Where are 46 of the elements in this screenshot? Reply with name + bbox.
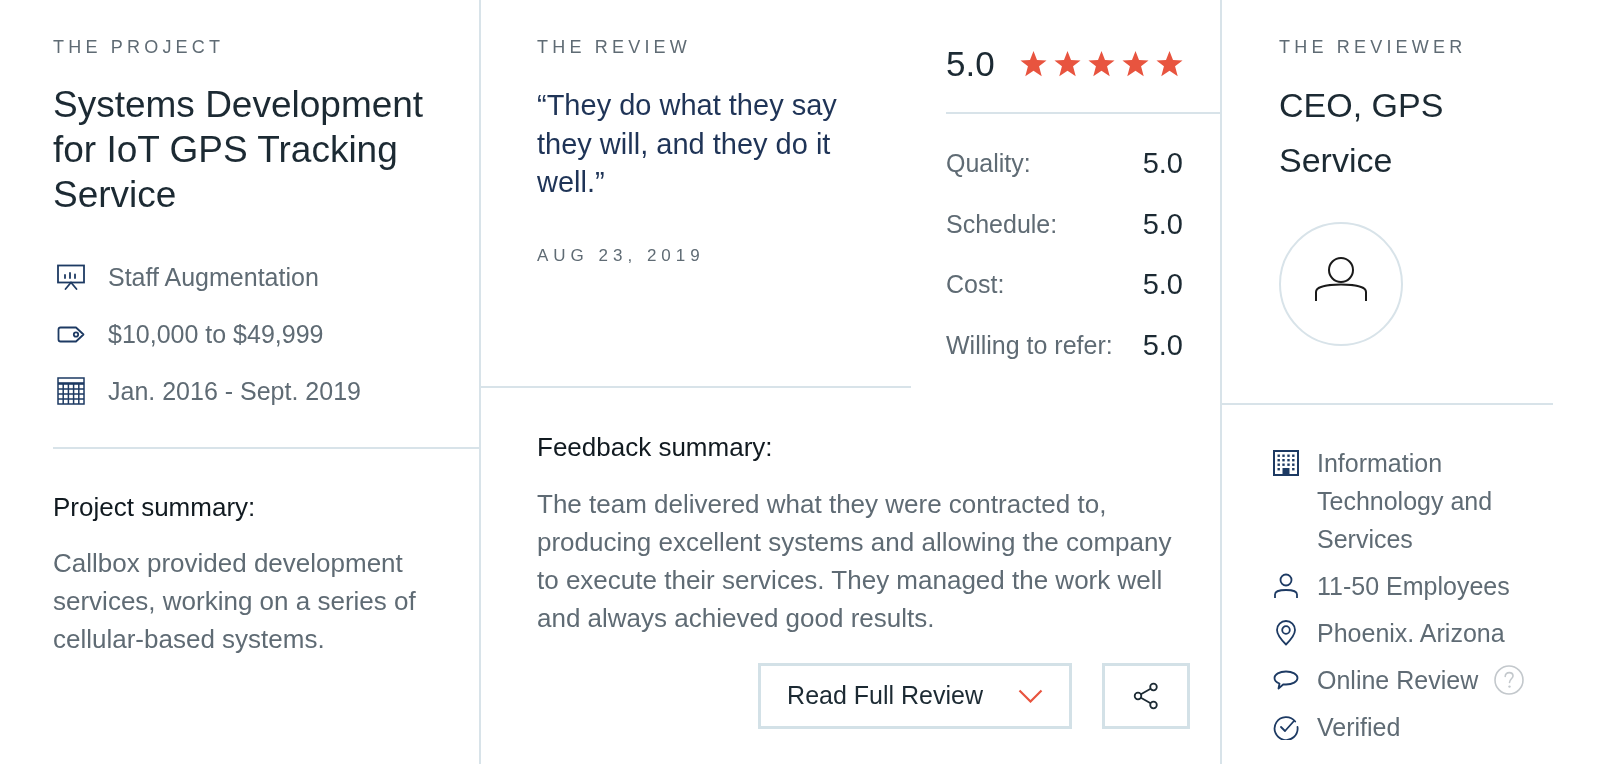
project-detail: $10,000 to $49,999 bbox=[108, 319, 324, 350]
star-icon bbox=[1154, 50, 1184, 78]
reviewer-detail: Phoenix. Arizona bbox=[1317, 618, 1505, 649]
rating-label: Schedule: bbox=[946, 208, 1058, 239]
project-detail: Staff Augmentation bbox=[108, 262, 319, 293]
read-review-button[interactable]: Read Full Review bbox=[758, 662, 1072, 729]
share-icon bbox=[1132, 681, 1160, 710]
building-icon bbox=[1273, 450, 1299, 476]
review-date: AUG 23, 2019 bbox=[537, 244, 705, 267]
rating-value: 5.0 bbox=[1142, 267, 1183, 301]
rating-value: 5.0 bbox=[1142, 327, 1183, 362]
rating-label: Quality: bbox=[946, 148, 1031, 178]
overall-score: 5.0 bbox=[946, 44, 995, 84]
check-circle-icon bbox=[1273, 714, 1299, 740]
reviewer-detail: 11-50 Employees bbox=[1317, 571, 1510, 602]
speech-bubble-icon bbox=[1273, 670, 1299, 690]
share-button[interactable] bbox=[1102, 662, 1190, 729]
section-label: THE REVIEWER bbox=[1279, 36, 1467, 58]
person-icon bbox=[1273, 573, 1299, 599]
star-icon bbox=[1052, 50, 1082, 78]
feedback-text: The team delivered what they were contracted to, producing excellent systems and allowing the company to execute their services. They managed the work well and always achieved good results. bbox=[537, 487, 1173, 635]
feedback-heading: Feedback summary: bbox=[537, 432, 773, 461]
project-title: Systems Development for IoT GPS Tracking Service bbox=[53, 83, 425, 217]
section-label: THE PROJECT bbox=[53, 36, 225, 58]
rating-label: Willing to refer: bbox=[946, 329, 1113, 360]
rating-value: 5.0 bbox=[1142, 146, 1183, 180]
map-pin-icon bbox=[1275, 620, 1297, 646]
presentation-board-icon bbox=[57, 263, 85, 291]
reviewer-name: CEO, GPS Service bbox=[1279, 85, 1445, 181]
rating-value: 5.0 bbox=[1142, 206, 1183, 241]
chevron-down-icon bbox=[1018, 688, 1043, 703]
review-quote: “They do what they say they will, and they do it well.” bbox=[537, 88, 838, 200]
tag-icon bbox=[57, 325, 85, 343]
project-detail: Jan. 2016 - Sept. 2019 bbox=[108, 376, 361, 407]
rating-label: Cost: bbox=[946, 269, 1005, 299]
section-label: THE REVIEW bbox=[537, 36, 691, 58]
reviewer-detail: Information Technology and Services bbox=[1317, 448, 1494, 555]
calendar-icon bbox=[57, 377, 85, 405]
star-icon bbox=[1018, 50, 1048, 78]
summary-heading: Project summary: bbox=[53, 493, 256, 521]
reviewer-detail: Online Review bbox=[1317, 665, 1479, 696]
reviewer-detail: Verified bbox=[1317, 712, 1401, 743]
summary-text: Callbox provided development services, working on a series of cellular-based systems. bbox=[53, 547, 417, 656]
star-icon bbox=[1120, 50, 1150, 78]
avatar-icon bbox=[1279, 222, 1403, 346]
star-icon bbox=[1086, 50, 1116, 78]
